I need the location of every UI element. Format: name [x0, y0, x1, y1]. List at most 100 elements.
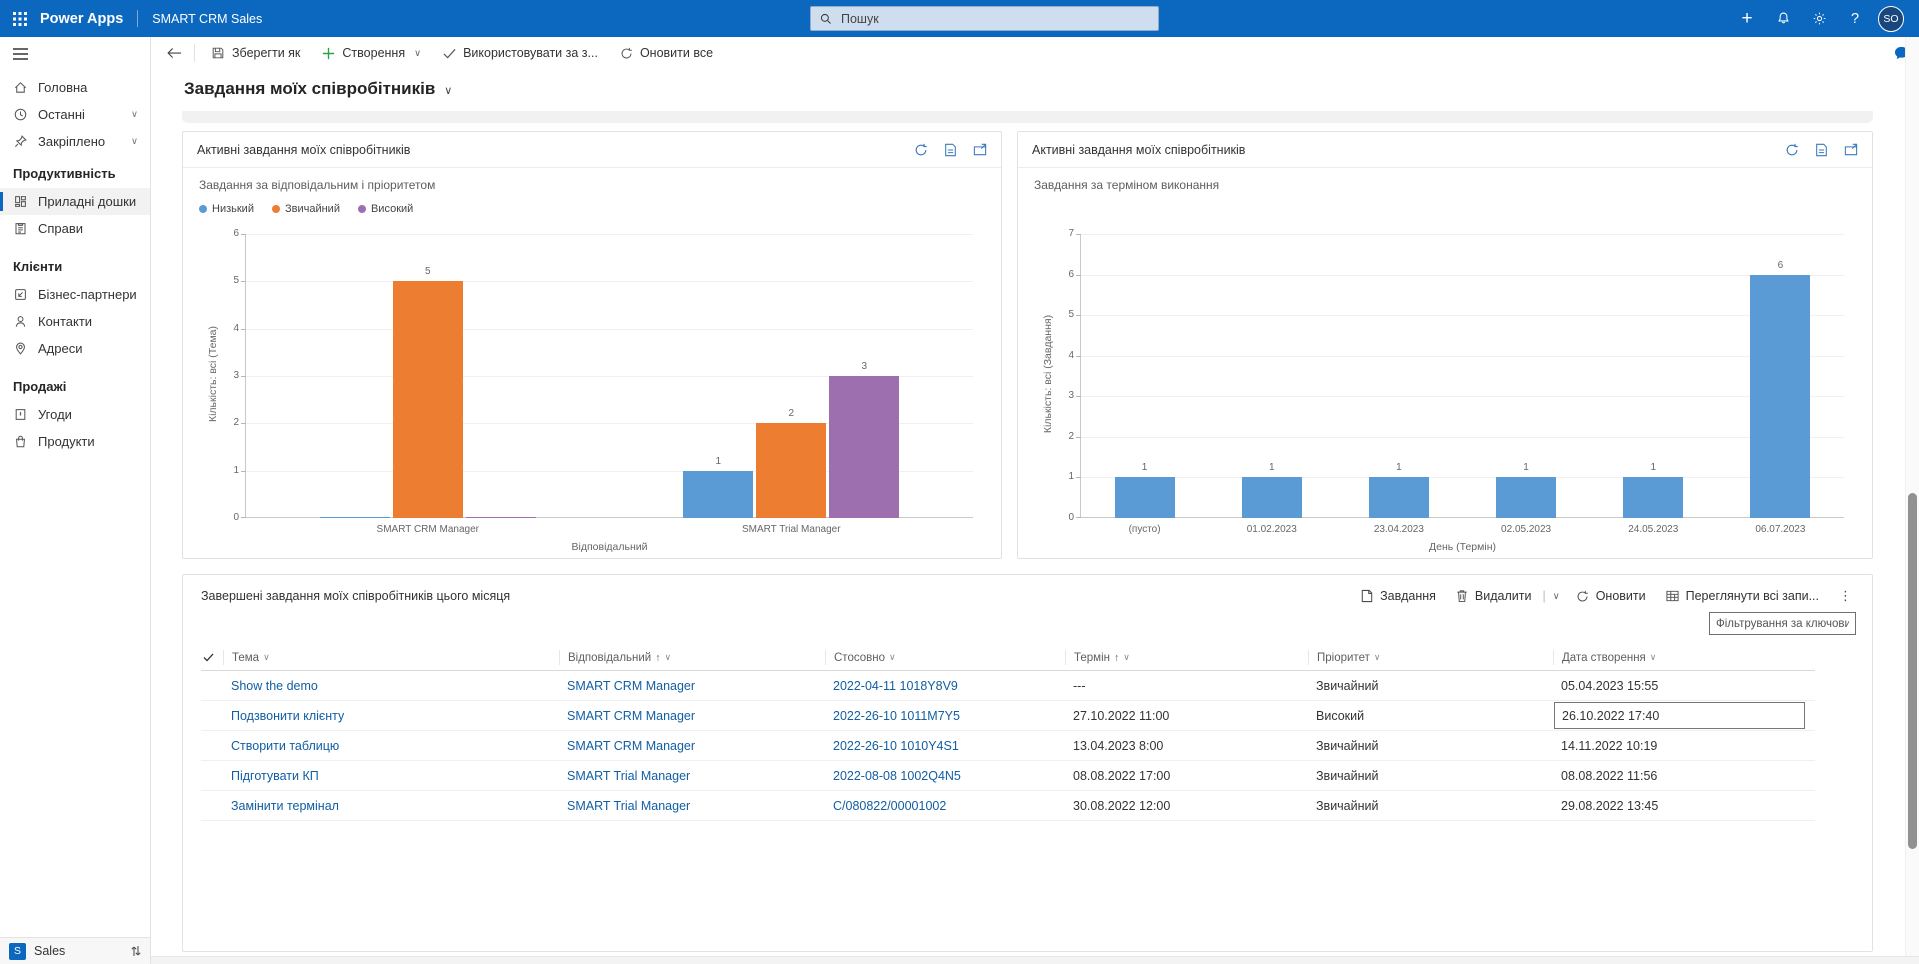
column-header-stosovno[interactable]: Стосовно∨ — [825, 650, 1065, 665]
chevron-down-icon[interactable]: ∨ — [131, 136, 138, 147]
use-as-button[interactable]: Використовувати за з... — [432, 37, 609, 69]
refresh-all-button[interactable]: Оновити все — [609, 37, 724, 69]
create-button[interactable]: Створення ∨ — [311, 37, 432, 69]
column-header-vidpovidalnyi[interactable]: Відповідальний↑∨ — [559, 650, 825, 665]
chevron-down-icon[interactable]: ∨ — [131, 109, 138, 120]
legend-dot — [358, 205, 366, 213]
environment-switcher[interactable]: S Sales — [0, 937, 150, 964]
sidebar-item-dashboard[interactable]: Приладні дошки — [0, 188, 150, 215]
view-all-records-button[interactable]: Переглянути всі запи... — [1656, 585, 1829, 607]
notifications-bell-icon[interactable] — [1765, 0, 1801, 37]
sidebar-item-org[interactable]: Бізнес-партнери — [0, 281, 150, 308]
sidebar-item-clock[interactable]: Останні∨ — [0, 101, 150, 128]
bar-value-label: 1 — [1242, 462, 1302, 473]
global-search[interactable] — [810, 6, 1159, 31]
row-select-cell[interactable] — [201, 791, 223, 820]
cell-stosovno[interactable]: C/080822/00001002 — [825, 791, 1065, 820]
sidebar-item-clipboard[interactable]: Справи — [0, 215, 150, 242]
cell-stosovno[interactable]: 2022-26-10 1011M7Y5 — [825, 701, 1065, 730]
sidebar-item-pin[interactable]: Закріплено∨ — [0, 128, 150, 155]
cell-stosovno[interactable]: 2022-04-11 1018Y8V9 — [825, 671, 1065, 700]
column-chevron-icon[interactable]: ∨ — [664, 652, 671, 663]
row-select-cell[interactable] — [201, 671, 223, 700]
cell-tema[interactable]: Show the demo — [223, 671, 559, 700]
chart-refresh-icon[interactable] — [1785, 143, 1799, 157]
column-chevron-icon[interactable]: ∨ — [263, 652, 270, 663]
clock-icon — [13, 107, 28, 122]
cell-vidpovidalnyi[interactable]: SMART Trial Manager — [559, 761, 825, 790]
cell-vidpovidalnyi[interactable]: SMART CRM Manager — [559, 701, 825, 730]
brand-title[interactable]: Power Apps — [40, 11, 123, 27]
column-chevron-icon[interactable]: ∨ — [1650, 652, 1657, 663]
column-chevron-icon[interactable]: ∨ — [1123, 652, 1130, 663]
command-bar-divider — [194, 44, 195, 62]
cell-vidpovidalnyi[interactable]: SMART Trial Manager — [559, 791, 825, 820]
back-icon[interactable] — [159, 37, 189, 69]
cell-stosovno[interactable]: 2022-08-08 1002Q4N5 — [825, 761, 1065, 790]
cell-tema[interactable]: Замінити термінал — [223, 791, 559, 820]
chart-report-icon[interactable] — [944, 143, 957, 157]
chart-popout-icon[interactable] — [973, 143, 987, 157]
grid-header-row: Тема∨Відповідальний↑∨Стосовно∨Термін↑∨Пр… — [201, 645, 1815, 671]
gridline — [246, 234, 973, 235]
tasks-button[interactable]: Завдання — [1351, 585, 1446, 607]
cell-tema[interactable]: Подзвонити клієнту — [223, 701, 559, 730]
save-as-button[interactable]: Зберегти як — [200, 37, 311, 69]
column-header-priorytet[interactable]: Пріоритет∨ — [1308, 650, 1553, 665]
cell-vidpovidalnyi[interactable]: SMART CRM Manager — [559, 671, 825, 700]
help-icon[interactable]: ? — [1837, 0, 1873, 37]
cell-stosovno[interactable]: 2022-26-10 1010Y4S1 — [825, 731, 1065, 760]
column-header-termin[interactable]: Термін↑∨ — [1065, 650, 1308, 665]
cell-stvoreno: 14.11.2022 10:19 — [1553, 731, 1815, 760]
table-row[interactable]: Замінити терміналSMART Trial ManagerC/08… — [201, 791, 1815, 821]
add-icon[interactable]: + — [1729, 0, 1765, 37]
kebab-menu-icon[interactable]: ⋮ — [1829, 586, 1862, 606]
sidebar-item-person[interactable]: Контакти — [0, 308, 150, 335]
sidebar-item-home[interactable]: Головна — [0, 74, 150, 101]
sidebar-item-bag[interactable]: Продукти — [0, 428, 150, 455]
column-header-tema[interactable]: Тема∨ — [223, 650, 559, 665]
inline-edit-cell[interactable]: 26.10.2022 17:40 — [1554, 702, 1805, 729]
column-header-stvoreno[interactable]: Дата створення∨ — [1553, 650, 1815, 665]
account-avatar[interactable]: SO — [1873, 0, 1909, 37]
gridline — [246, 281, 973, 282]
row-select-cell[interactable] — [201, 701, 223, 730]
topbar-actions: + ? SO — [1729, 0, 1919, 37]
row-select-cell[interactable] — [201, 761, 223, 790]
app-launcher-waffle-icon[interactable] — [0, 0, 40, 37]
vertical-scrollbar[interactable] — [1905, 37, 1919, 956]
chart-popout-icon[interactable] — [1844, 143, 1858, 157]
vertical-scrollbar-thumb[interactable] — [1908, 493, 1917, 849]
horizontal-scrollbar[interactable] — [151, 956, 1919, 964]
chart-report-icon[interactable] — [1815, 143, 1828, 157]
cell-vidpovidalnyi[interactable]: SMART CRM Manager — [559, 731, 825, 760]
sidebar-item-deal[interactable]: Угоди — [0, 401, 150, 428]
select-all-check-icon[interactable] — [201, 650, 223, 665]
table-row[interactable]: Подзвонити клієнтуSMART CRM Manager2022-… — [201, 701, 1815, 731]
gridline — [1081, 356, 1844, 357]
dashboard-selector-chevron-icon[interactable]: ∨ — [444, 84, 452, 97]
refresh-label: Оновити — [1596, 589, 1646, 603]
app-name[interactable]: SMART CRM Sales — [152, 12, 262, 26]
column-chevron-icon[interactable]: ∨ — [889, 652, 896, 663]
search-input[interactable] — [839, 11, 1149, 27]
delete-split-chevron-icon[interactable]: ∨ — [1547, 591, 1566, 602]
hamburger-menu-icon[interactable] — [0, 37, 150, 66]
table-row[interactable]: Створити таблицюSMART CRM Manager2022-26… — [201, 731, 1815, 761]
bar-value-label: 1 — [1496, 462, 1556, 473]
table-row[interactable]: Підготувати КПSMART Trial Manager2022-08… — [201, 761, 1815, 791]
bar-value-label: 2 — [756, 408, 826, 419]
refresh-button[interactable]: Оновити — [1566, 585, 1656, 607]
sidebar-item-mappin[interactable]: Адреси — [0, 335, 150, 362]
row-select-cell[interactable] — [201, 731, 223, 760]
x-axis-title: День (Термін) — [1081, 541, 1844, 553]
cell-tema[interactable]: Створити таблицю — [223, 731, 559, 760]
table-row[interactable]: Show the demoSMART CRM Manager2022-04-11… — [201, 671, 1815, 701]
settings-gear-icon[interactable] — [1801, 0, 1837, 37]
cell-termin: 08.08.2022 17:00 — [1065, 761, 1308, 790]
delete-button[interactable]: Видалити — [1446, 585, 1542, 607]
filter-by-keyword-input[interactable] — [1709, 612, 1856, 635]
cell-tema[interactable]: Підготувати КП — [223, 761, 559, 790]
chart-refresh-icon[interactable] — [914, 143, 928, 157]
column-chevron-icon[interactable]: ∨ — [1374, 652, 1381, 663]
